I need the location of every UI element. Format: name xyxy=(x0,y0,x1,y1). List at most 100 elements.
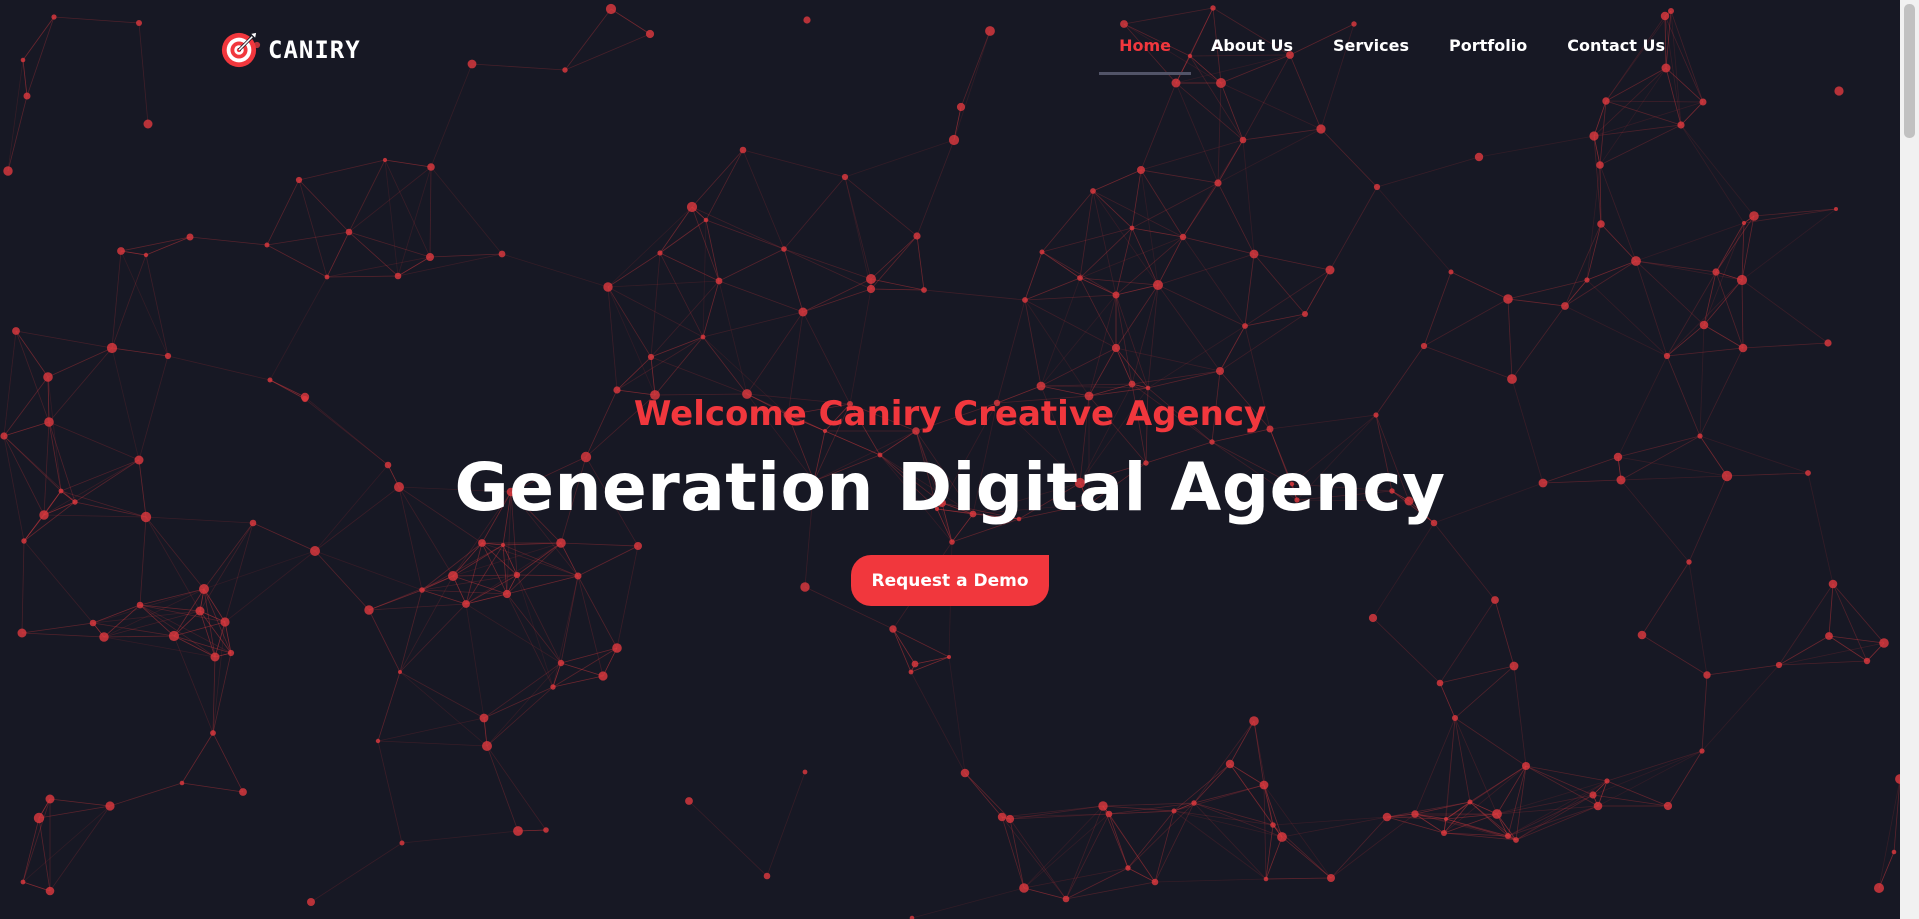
network-node xyxy=(1098,801,1108,811)
network-node xyxy=(1834,207,1838,211)
network-link xyxy=(1265,877,1332,880)
nav-item-services[interactable]: Services xyxy=(1333,36,1409,55)
network-link xyxy=(654,336,704,396)
network-node xyxy=(911,660,919,668)
network-link xyxy=(1372,617,1441,684)
network-node xyxy=(1263,876,1269,882)
network-link xyxy=(1741,279,1829,344)
network-link xyxy=(1024,277,1081,301)
network-link xyxy=(1564,279,1588,307)
network-link xyxy=(1376,186,1452,273)
network-link xyxy=(1157,284,1221,372)
network-link xyxy=(384,159,432,168)
network-link xyxy=(348,231,431,258)
network-link xyxy=(1706,664,1780,676)
page-scrollbar[interactable] xyxy=(1900,0,1919,919)
network-link xyxy=(1641,634,1708,676)
network-link xyxy=(1701,664,1780,752)
network-link xyxy=(1525,765,1608,782)
network-node xyxy=(913,232,921,240)
network-link xyxy=(1263,784,1332,879)
network-link xyxy=(870,288,925,291)
network-link xyxy=(1242,128,1322,141)
network-link xyxy=(1173,784,1265,812)
network-link xyxy=(111,250,122,349)
network-node xyxy=(179,780,185,786)
network-node xyxy=(227,649,235,657)
network-link xyxy=(486,662,562,747)
network-node xyxy=(947,655,951,659)
nav-item-label: Contact Us xyxy=(1567,36,1665,55)
network-link xyxy=(181,782,244,793)
brand-logo-link[interactable]: CANIRY xyxy=(220,31,361,69)
nav-item-contact-us[interactable]: Contact Us xyxy=(1567,36,1665,55)
network-link xyxy=(1592,794,1669,807)
network-node xyxy=(603,282,613,292)
network-link xyxy=(1525,765,1594,796)
network-node xyxy=(168,630,180,642)
network-node xyxy=(1036,381,1046,391)
network-link xyxy=(1525,765,1599,807)
network-link xyxy=(1115,347,1133,385)
network-link xyxy=(1193,802,1267,880)
network-node xyxy=(106,342,118,354)
network-link xyxy=(1564,223,1602,307)
network-node xyxy=(479,713,489,723)
network-link xyxy=(911,887,1025,919)
network-node xyxy=(1741,220,1747,226)
network-node xyxy=(1153,280,1163,290)
nav-item-home[interactable]: Home xyxy=(1099,36,1192,75)
network-link xyxy=(607,286,618,391)
network-node xyxy=(612,643,622,653)
network-link xyxy=(348,159,386,233)
nav-item-portfolio[interactable]: Portfolio xyxy=(1449,36,1527,55)
network-node xyxy=(1637,630,1647,640)
network-link xyxy=(688,800,768,877)
target-icon xyxy=(221,32,257,68)
network-node xyxy=(1216,367,1224,375)
network-node xyxy=(889,625,897,633)
network-link xyxy=(21,632,105,638)
network-link xyxy=(15,330,49,378)
network-link xyxy=(1494,599,1515,667)
network-link xyxy=(607,252,661,288)
network-link xyxy=(705,219,785,250)
network-link xyxy=(1329,186,1378,271)
network-link xyxy=(310,842,403,903)
network-node xyxy=(1019,883,1029,893)
request-demo-button[interactable]: Request a Demo xyxy=(851,555,1049,606)
network-node xyxy=(498,250,506,258)
network-link xyxy=(1115,284,1159,349)
network-node xyxy=(1128,380,1136,388)
network-link xyxy=(1454,717,1471,803)
network-link xyxy=(1092,169,1142,192)
network-link xyxy=(910,671,966,774)
network-link xyxy=(1219,325,1246,372)
network-link xyxy=(189,236,268,246)
network-link xyxy=(47,347,113,378)
network-link xyxy=(1454,665,1515,719)
network-link xyxy=(916,235,925,291)
network-node xyxy=(1368,613,1378,623)
network-node xyxy=(99,632,109,642)
network-link xyxy=(1715,222,1745,273)
network-link xyxy=(1703,279,1743,326)
network-node xyxy=(513,826,523,836)
network-link xyxy=(1376,156,1480,188)
network-link xyxy=(783,248,804,313)
network-link xyxy=(742,149,846,178)
network-node xyxy=(557,659,565,667)
network-link xyxy=(1242,139,1255,255)
network-link xyxy=(181,732,214,784)
network-node xyxy=(1129,225,1135,231)
network-node xyxy=(1327,874,1335,882)
network-node xyxy=(956,102,966,112)
network-link xyxy=(1778,635,1830,666)
network-node xyxy=(1503,294,1513,304)
nav-item-about-us[interactable]: About Us xyxy=(1211,36,1293,55)
network-link xyxy=(914,656,950,665)
network-link xyxy=(1263,784,1267,880)
network-link xyxy=(552,662,562,688)
scrollbar-thumb[interactable] xyxy=(1904,4,1915,138)
network-link xyxy=(1092,190,1133,229)
